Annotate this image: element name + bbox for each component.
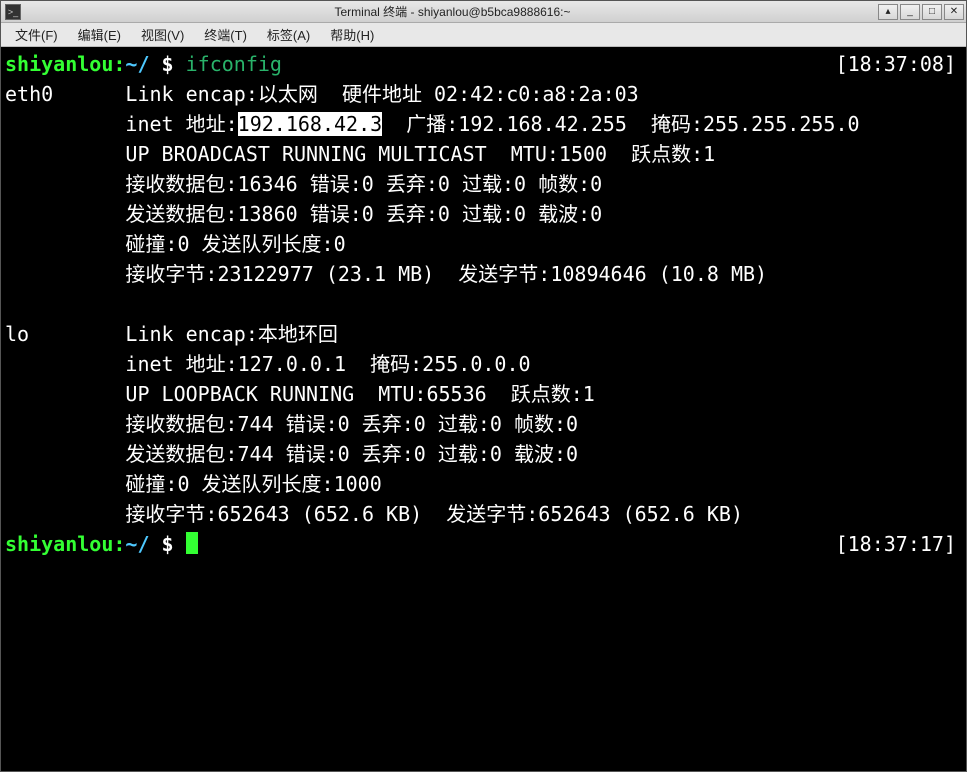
prompt-line-2: shiyanlou:~/ $ [18:37:17] bbox=[5, 529, 962, 559]
window-controls: ▴ _ □ ✕ bbox=[878, 4, 966, 20]
menubar: 文件(F) 编辑(E) 视图(V) 终端(T) 标签(A) 帮助(H) bbox=[1, 23, 966, 47]
prompt-user: shiyanlou bbox=[5, 532, 113, 556]
menu-terminal[interactable]: 终端(T) bbox=[194, 23, 257, 46]
prompt-line-1: shiyanlou:~/ $ ifconfig [18:37:08] bbox=[5, 49, 962, 79]
prompt-path: ~/ bbox=[125, 52, 149, 76]
minimize-button[interactable]: _ bbox=[900, 4, 920, 20]
iface-eth0: eth0 bbox=[5, 82, 53, 106]
cursor bbox=[186, 532, 198, 554]
ifconfig-output: eth0 Link encap:以太网 硬件地址 02:42:c0:a8:2a:… bbox=[5, 79, 962, 529]
maximize-button[interactable]: □ bbox=[922, 4, 942, 20]
timestamp-2: [18:37:17] bbox=[836, 529, 962, 559]
terminal-icon: >_ bbox=[5, 4, 21, 20]
menu-file[interactable]: 文件(F) bbox=[5, 23, 68, 46]
iface-lo: lo bbox=[5, 322, 29, 346]
menu-help[interactable]: 帮助(H) bbox=[320, 23, 384, 46]
prompt-dollar: $ bbox=[150, 532, 186, 556]
rollup-button[interactable]: ▴ bbox=[878, 4, 898, 20]
prompt-path: ~/ bbox=[125, 532, 149, 556]
ip-highlight: 192.168.42.3 bbox=[238, 112, 383, 136]
window-title: Terminal 终端 - shiyanlou@b5bca9888616:~ bbox=[27, 3, 878, 20]
menu-view[interactable]: 视图(V) bbox=[131, 23, 194, 46]
command-text: ifconfig bbox=[186, 52, 282, 76]
menu-edit[interactable]: 编辑(E) bbox=[68, 23, 131, 46]
terminal-area[interactable]: shiyanlou:~/ $ ifconfig [18:37:08] eth0 … bbox=[1, 47, 966, 771]
terminal-window: >_ Terminal 终端 - shiyanlou@b5bca9888616:… bbox=[0, 0, 967, 772]
titlebar[interactable]: >_ Terminal 终端 - shiyanlou@b5bca9888616:… bbox=[1, 1, 966, 23]
timestamp-1: [18:37:08] bbox=[836, 49, 962, 79]
close-button[interactable]: ✕ bbox=[944, 4, 964, 20]
menu-tabs[interactable]: 标签(A) bbox=[257, 23, 320, 46]
prompt-user: shiyanlou bbox=[5, 52, 113, 76]
prompt-dollar: $ bbox=[150, 52, 186, 76]
